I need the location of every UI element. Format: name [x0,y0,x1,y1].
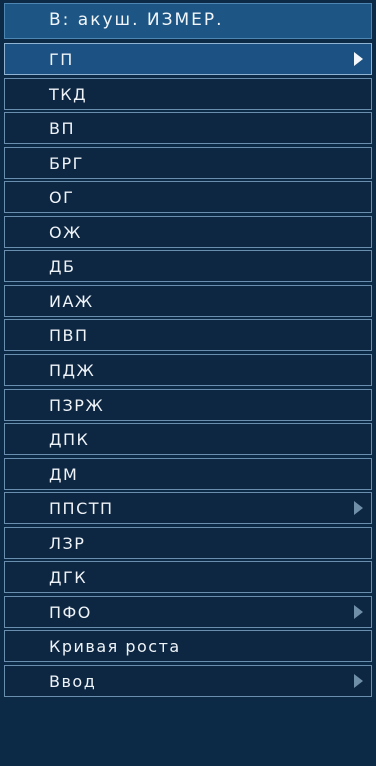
measurement-menu: B: акуш. ИЗМЕР. ГП ТКД ВП БРГ ОГ ОЖ ДБ ИАЖ ПВП ПД… [0,0,376,766]
menu-item-label: ДМ [49,465,79,484]
menu-item-13[interactable]: ДМ [4,458,372,490]
submenu-arrow-icon [354,52,363,66]
menu-item-2[interactable]: ТКД [4,78,372,110]
menu-item-label: ОГ [49,188,75,207]
menu-header: B: акуш. ИЗМЕР. [4,3,372,39]
menu-item-10[interactable]: ПДЖ [4,354,372,386]
menu-item-label: ТКД [49,85,88,104]
menu-item-label: ДБ [49,257,76,276]
menu-item-17[interactable]: ПФО [4,596,372,628]
menu-item-19[interactable]: Ввод [4,665,372,697]
menu-item-label: ЛЗР [49,534,86,553]
menu-item-label: ОЖ [49,223,82,242]
submenu-arrow-icon [354,674,363,688]
menu-item-4[interactable]: БРГ [4,147,372,179]
menu-item-3[interactable]: ВП [4,112,372,144]
menu-item-label: ППСТП [49,499,114,518]
menu-item-label: ПЗРЖ [49,396,105,415]
menu-item-label: Кривая роста [49,637,181,656]
menu-item-label: ГП [49,50,74,69]
menu-item-label: ИАЖ [49,292,94,311]
menu-item-14[interactable]: ППСТП [4,492,372,524]
menu-item-label: ПДЖ [49,361,96,380]
menu-item-label: ПВП [49,326,89,345]
menu-item-7[interactable]: ДБ [4,250,372,282]
menu-item-18[interactable]: Кривая роста [4,630,372,662]
menu-item-label: ПФО [49,603,92,622]
menu-item-16[interactable]: ДГК [4,561,372,593]
menu-item-15[interactable]: ЛЗР [4,527,372,559]
menu-item-11[interactable]: ПЗРЖ [4,389,372,421]
submenu-arrow-icon [354,501,363,515]
menu-item-9[interactable]: ПВП [4,319,372,351]
menu-item-label: Ввод [49,672,97,691]
menu-item-6[interactable]: ОЖ [4,216,372,248]
submenu-arrow-icon [354,605,363,619]
menu-item-1[interactable]: ГП [4,43,372,75]
menu-item-8[interactable]: ИАЖ [4,285,372,317]
menu-item-5[interactable]: ОГ [4,181,372,213]
menu-item-12[interactable]: ДПК [4,423,372,455]
menu-item-label: ВП [49,119,76,138]
menu-item-label: ДПК [49,430,90,449]
menu-title: B: акуш. ИЗМЕР. [49,10,224,30]
menu-item-label: ДГК [49,568,88,587]
menu-item-label: БРГ [49,154,84,173]
